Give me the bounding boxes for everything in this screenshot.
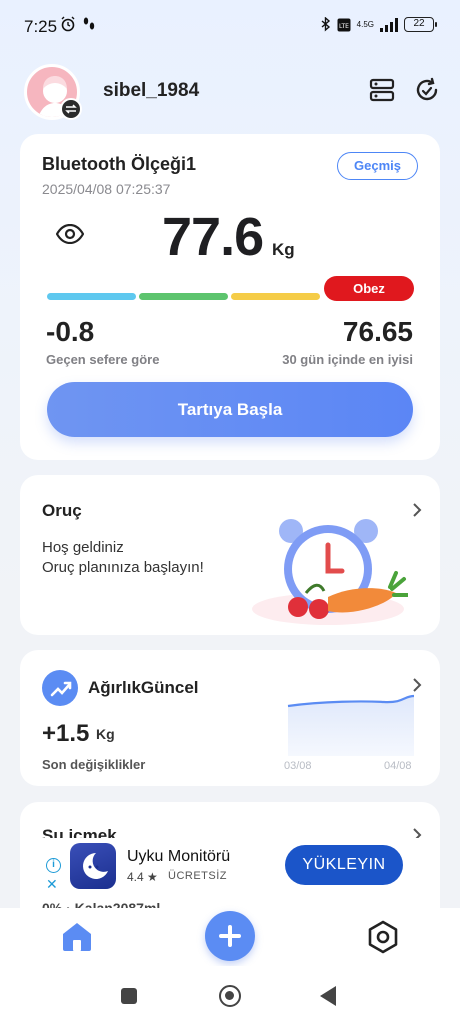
ad-price: ÜCRETSİZ — [168, 870, 227, 882]
scale-card: Bluetooth Ölçeği1 2025/04/08 07:25:37 Ge… — [20, 134, 440, 460]
weight-trend-chart — [287, 694, 415, 756]
bmi-bar-underweight — [47, 293, 136, 300]
footsteps-icon — [83, 17, 95, 30]
history-button[interactable]: Geçmiş — [337, 152, 418, 180]
weight-change-label: Son değişiklikler — [42, 757, 146, 772]
chart-date-end: 04/08 — [384, 760, 412, 772]
ad-install-button[interactable]: YÜKLEYIN — [285, 845, 403, 885]
fasting-welcome: Hoş geldiniz — [42, 539, 124, 556]
alarm-icon — [61, 16, 75, 32]
change-value: -0.8 — [46, 316, 95, 347]
weight-update-card[interactable]: AğırlıkGüncel +1.5 Kg Son değişiklikler … — [20, 650, 440, 786]
ad-info-icon[interactable]: i — [46, 858, 61, 873]
start-weighing-button[interactable]: Tartıya Başla — [47, 382, 413, 437]
weight-value: 77.6 — [162, 207, 264, 267]
settings-icon[interactable] — [366, 920, 400, 954]
svg-text:LTE: LTE — [339, 23, 349, 30]
weight-update-title: AğırlıkGüncel — [88, 678, 199, 697]
username[interactable]: sibel_1984 — [103, 80, 199, 102]
weight-delta-unit: Kg — [96, 726, 115, 742]
status-bar: 7:25 LTE 4.5G 22 — [0, 0, 460, 52]
home-icon[interactable] — [60, 920, 94, 952]
back-icon[interactable] — [320, 986, 336, 1006]
fasting-title: Oruç — [42, 501, 82, 520]
signal-icon — [380, 17, 398, 32]
best-value: 76.65 — [342, 316, 413, 347]
sleep-app-icon — [70, 843, 116, 889]
bmi-bar-overweight — [231, 293, 320, 300]
weight-delta: +1.5 — [42, 720, 90, 747]
ad-banner[interactable]: i ✕ Uyku Monitörü 4.4 ★ ÜCRETSİZ YÜKLEYI… — [40, 838, 420, 898]
volte-icon: LTE — [337, 18, 351, 31]
bottom-nav — [0, 908, 460, 966]
trend-up-icon — [42, 670, 78, 706]
system-nav-bar — [0, 966, 460, 1024]
battery-level: 22 — [413, 18, 425, 29]
status-badge: Obez — [324, 276, 414, 301]
bluetooth-icon — [321, 17, 330, 32]
ad-app-name: Uyku Monitörü — [127, 848, 231, 865]
add-button[interactable] — [205, 911, 255, 961]
device-name: Bluetooth Ölçeği1 — [42, 154, 197, 174]
fasting-prompt: Oruç planınıza başlayın! — [42, 559, 204, 576]
status-time: 7:25 — [24, 17, 58, 36]
best-label: 30 gün içinde en iyisi — [282, 352, 413, 367]
header: sibel_1984 — [0, 62, 460, 122]
recents-icon[interactable] — [121, 988, 137, 1004]
refresh-icon[interactable] — [413, 76, 441, 104]
measurement-timestamp: 2025/04/08 07:25:37 — [42, 181, 171, 197]
chevron-right-icon — [413, 503, 422, 517]
alarm-clock-food-illustration — [252, 519, 408, 625]
device-list-icon[interactable] — [368, 76, 396, 104]
network-type: 4.5G — [356, 20, 374, 29]
ad-close-icon[interactable]: ✕ — [46, 876, 58, 893]
status-notification-icons — [60, 16, 96, 32]
status-right: LTE 4.5G 22 — [321, 17, 437, 32]
change-label: Geçen sefere göre — [46, 352, 160, 367]
switch-account-icon[interactable] — [60, 98, 82, 120]
chart-date-start: 03/08 — [284, 760, 312, 772]
add-icon — [219, 925, 241, 947]
eye-icon[interactable] — [56, 224, 84, 244]
home-system-icon[interactable] — [219, 985, 241, 1007]
ad-rating: 4.4 ★ — [127, 870, 158, 884]
fasting-card[interactable]: Oruç Hoş geldiniz Oruç planınıza başlayı… — [20, 475, 440, 635]
battery-icon: 22 — [404, 17, 437, 32]
bmi-bar-normal — [139, 293, 228, 300]
weight-unit: Kg — [272, 240, 295, 259]
